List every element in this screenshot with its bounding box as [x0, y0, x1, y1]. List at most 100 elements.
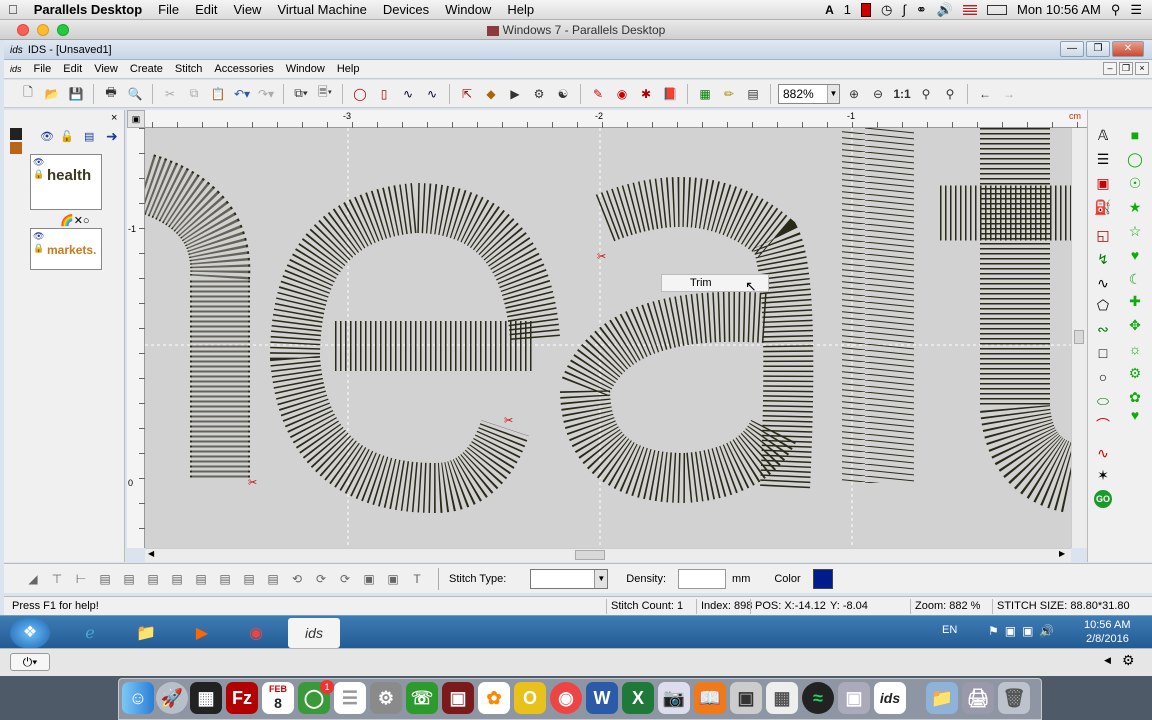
paste-icon[interactable]: 📋 [208, 84, 228, 104]
line-icon[interactable]: ∿ [1094, 444, 1112, 462]
distribute-icon[interactable]: ▤ [264, 570, 282, 588]
scroll-thumb[interactable] [575, 550, 605, 560]
align-right-icon[interactable]: ▤ [120, 570, 138, 588]
vpn-icon[interactable]: ▣ [838, 682, 870, 714]
zoom-fit-icon[interactable]: ⚲ [916, 84, 936, 104]
polygon-icon[interactable]: ⬠ [1094, 296, 1112, 314]
tray-icons[interactable]: ⚑▣▣🔊 [988, 624, 1060, 638]
file-explorer-icon[interactable]: 📁 [120, 618, 172, 648]
internet-explorer-icon[interactable]: ℯ [64, 618, 116, 648]
apple-menu-icon[interactable]:  [0, 2, 26, 17]
mdi-restore-button[interactable]: ❐ [1119, 62, 1133, 75]
spotify-icon[interactable]: ≈ [802, 682, 834, 714]
shape-icon[interactable]: ▯ [374, 84, 394, 104]
volume-icon[interactable]: 🔊 [937, 2, 953, 18]
select-tool-icon[interactable]: ⇱ [457, 84, 477, 104]
layer-item-markets[interactable]: 👁 🔒 markets. [30, 228, 102, 270]
distribute-icon[interactable]: ▤ [216, 570, 234, 588]
power-button[interactable]: ⏻▾ [10, 653, 50, 671]
eye-icon[interactable]: 👁 [40, 130, 54, 143]
import-icon[interactable]: ⧉▾ [291, 84, 311, 104]
green-shield-icon[interactable]: ♥ [1126, 246, 1144, 264]
layer-list-icon[interactable]: ▤ [84, 130, 94, 143]
text-baseline-icon[interactable]: T [408, 570, 426, 588]
zoom-out-icon[interactable]: ⊖ [868, 84, 888, 104]
node-tool-icon[interactable]: ◆ [481, 84, 501, 104]
zigzag-stitch-icon[interactable]: ∿ [398, 84, 418, 104]
parallels-vm-icon[interactable]: ▣ [730, 682, 762, 714]
stitch-type-select[interactable]: ▼ [530, 568, 609, 589]
menu-file[interactable]: File [28, 63, 58, 75]
rotate-icon[interactable]: ⟲ [288, 570, 306, 588]
green-flower-icon[interactable]: ✿ [1126, 388, 1144, 406]
align-tool-icon[interactable]: ⊤ [48, 570, 66, 588]
grid-icon[interactable]: ▦ [695, 84, 715, 104]
thread-icon[interactable]: ✱ [636, 84, 656, 104]
mdi-minimize-button[interactable]: – [1103, 62, 1117, 75]
bezier-icon[interactable]: ◱ [1094, 226, 1112, 244]
green-sun-icon[interactable]: ☼ [1126, 340, 1144, 358]
menu-help[interactable]: Help [331, 63, 366, 75]
ids-dock-icon[interactable]: ids [874, 682, 906, 714]
chrome-dock-icon[interactable]: ◉ [550, 682, 582, 714]
preview-icon[interactable]: 📷 [658, 682, 690, 714]
scroll-left-icon[interactable]: ◀ [148, 549, 154, 558]
new-file-icon[interactable]: 🗋 [18, 84, 38, 104]
sparkle-icon[interactable]: ✶ [1094, 466, 1112, 484]
minimize-button[interactable] [37, 24, 49, 36]
chrome-icon[interactable]: ◉ [230, 618, 282, 648]
menu-create[interactable]: Create [124, 63, 169, 75]
arrow-right-icon[interactable]: ➜ [106, 128, 118, 145]
app-grid-icon[interactable]: ▦ [766, 682, 798, 714]
eye-icon[interactable]: 👁 [33, 157, 44, 168]
language-indicator[interactable]: EN [942, 624, 957, 636]
menu-edit[interactable]: Edit [57, 63, 88, 75]
stamp-icon[interactable]: ▣ [1094, 174, 1112, 192]
system-preferences-icon[interactable]: ⚙ [370, 682, 402, 714]
menu-view[interactable]: View [88, 63, 124, 75]
mac-menu-help[interactable]: Help [499, 2, 542, 17]
align-left-icon[interactable]: ▤ [96, 570, 114, 588]
rotate-icon[interactable]: ⟳ [312, 570, 330, 588]
mac-menu-devices[interactable]: Devices [375, 2, 437, 17]
scroll-thumb[interactable] [1074, 330, 1084, 344]
window-restore-button[interactable]: ❐ [1086, 41, 1110, 57]
adobe-icon[interactable]: A [825, 3, 834, 17]
app-menu-parallels[interactable]: Parallels Desktop [26, 2, 150, 17]
launchpad-icon[interactable]: 🚀 [156, 682, 188, 714]
freehand-icon[interactable]: ∾ [1094, 320, 1112, 338]
measure-icon[interactable]: ✏ [719, 84, 739, 104]
photos-icon[interactable]: ✿ [478, 682, 510, 714]
list-icon[interactable]: ▤ [743, 84, 763, 104]
apple-color-icon[interactable]: ◉ [612, 84, 632, 104]
print-preview-icon[interactable]: 🔍 [125, 84, 145, 104]
align-tool-icon[interactable]: ⊢ [72, 570, 90, 588]
clock[interactable]: Mon 10:56 AM [1017, 2, 1101, 17]
save-icon[interactable]: 💾 [66, 84, 86, 104]
align-top-icon[interactable]: ▤ [144, 570, 162, 588]
close-button[interactable] [17, 24, 29, 36]
window-close-button[interactable]: ✕ [1112, 41, 1144, 57]
flag-icon[interactable] [962, 4, 977, 15]
mac-menu-window[interactable]: Window [437, 2, 499, 17]
lock-icon[interactable]: 🔒 [33, 243, 44, 254]
spotlight-icon[interactable]: ⚲ [1111, 2, 1121, 18]
zoom-button[interactable] [57, 24, 69, 36]
excel-icon[interactable]: X [622, 682, 654, 714]
finder-icon[interactable]: ☺ [122, 682, 154, 714]
notification-center-icon[interactable]: ☰ [1130, 2, 1142, 18]
green-star-outline-icon[interactable]: ☆ [1126, 222, 1144, 240]
zoom-select[interactable]: 882% ▼ [778, 83, 840, 104]
align-center-icon[interactable]: ▤ [192, 570, 210, 588]
copy-icon[interactable]: ⧉ [184, 84, 204, 104]
downloads-icon[interactable]: 🖨 [962, 682, 994, 714]
satin-column-icon[interactable]: ☰ [1094, 150, 1112, 168]
forward-arrow-icon[interactable]: → [999, 84, 1019, 104]
calendar-icon[interactable]: FEB 8 [262, 682, 294, 714]
time-machine-icon[interactable]: ◷ [881, 2, 892, 18]
fill-icon[interactable]: ⛽ [1094, 198, 1112, 216]
ibooks-icon[interactable]: 📖 [694, 682, 726, 714]
mac-menu-virtual-machine[interactable]: Virtual Machine [269, 2, 374, 17]
outline-icon[interactable]: ◯ [350, 84, 370, 104]
green-star-icon[interactable]: ★ [1126, 198, 1144, 216]
